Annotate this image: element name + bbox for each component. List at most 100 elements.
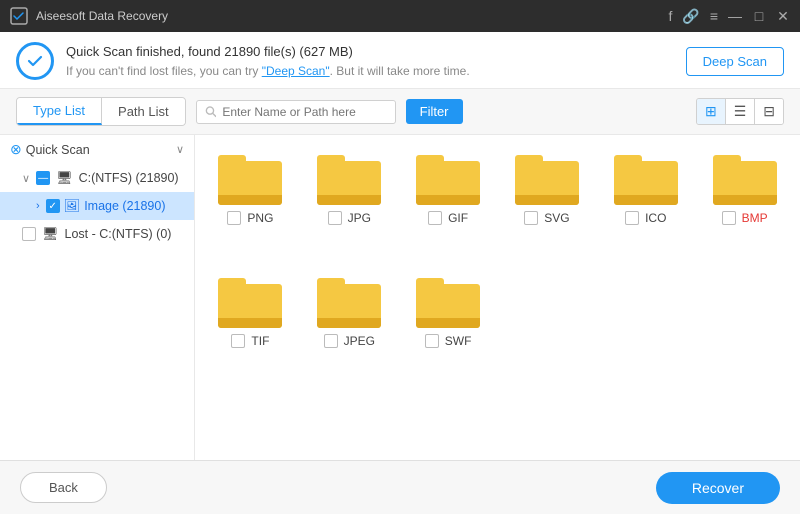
close-button[interactable]: ✕ [776, 9, 790, 23]
sidebar-item-lost[interactable]: 🖥 Lost - C:(NTFS) (0) [0, 220, 194, 248]
file-checkbox[interactable] [625, 211, 639, 225]
file-checkbox-row: SVG [524, 211, 569, 225]
expand-arrow: ∨ [176, 143, 184, 156]
file-checkbox[interactable] [428, 211, 442, 225]
titlebar-actions: f 🔗 ≡ — □ ✕ [669, 8, 791, 25]
file-label: SWF [445, 334, 472, 348]
grid-view-button[interactable]: ⊞ [697, 99, 726, 124]
toolbar-row: Type List Path List Filter ⊞ ☰ ⊟ [0, 89, 800, 135]
back-button[interactable]: Back [20, 472, 107, 503]
lost-checkbox[interactable] [22, 227, 36, 241]
image-label: Image (21890) [84, 199, 165, 213]
drive-icon: 🖥 [56, 170, 73, 186]
file-checkbox-row: TIF [231, 334, 269, 348]
folder-icon [614, 151, 678, 205]
file-checkbox[interactable] [328, 211, 342, 225]
file-checkbox[interactable] [722, 211, 736, 225]
file-item-jpg[interactable]: JPG [304, 151, 395, 266]
hint-suffix: . But it will take more time. [330, 64, 470, 78]
view-toggle: ⊞ ☰ ⊟ [696, 98, 784, 125]
file-item-swf[interactable]: SWF [403, 274, 494, 389]
file-item-ico[interactable]: ICO [600, 151, 691, 266]
file-checkbox-row: SWF [425, 334, 472, 348]
sidebar-item-quick-scan[interactable]: ⊗ Quick Scan ∨ [0, 135, 194, 164]
tab-path-list[interactable]: Path List [102, 98, 185, 125]
bottom-bar: Back Recover [0, 460, 800, 514]
app-title: Aiseesoft Data Recovery [36, 9, 669, 23]
file-item-bmp[interactable]: BMP [699, 151, 790, 266]
check-circle [16, 42, 54, 80]
sidebar: ⊗ Quick Scan ∨ ∨ — 🖥 C:(NTFS) (21890) › … [0, 135, 195, 460]
hint-prefix: If you can't find lost files, you can tr… [66, 64, 262, 78]
file-checkbox[interactable] [524, 211, 538, 225]
file-label: TIF [251, 334, 269, 348]
sidebar-item-image[interactable]: › ✓ 🖼 Image (21890) [0, 192, 194, 220]
filter-button[interactable]: Filter [406, 99, 463, 124]
file-label: JPG [348, 211, 371, 225]
file-label: SVG [544, 211, 569, 225]
file-checkbox[interactable] [324, 334, 338, 348]
list-view-button[interactable]: ☰ [726, 99, 756, 124]
file-item-svg[interactable]: SVG [502, 151, 593, 266]
c-drive-label: C:(NTFS) (21890) [79, 171, 179, 185]
status-text: Quick Scan finished, found 21890 file(s)… [66, 42, 470, 80]
c-drive-checkbox[interactable]: — [36, 171, 50, 185]
file-item-gif[interactable]: GIF [403, 151, 494, 266]
file-checkbox-row: PNG [227, 211, 273, 225]
quick-scan-label: Quick Scan [26, 143, 172, 157]
menu-icon[interactable]: ≡ [710, 8, 718, 24]
file-checkbox[interactable] [231, 334, 245, 348]
folder-icon [713, 151, 777, 205]
search-icon [205, 105, 217, 118]
file-label: GIF [448, 211, 468, 225]
folder-icon [218, 151, 282, 205]
folder-icon [317, 151, 381, 205]
folder-icon [416, 274, 480, 328]
image-type-icon: 🖼 [64, 198, 81, 214]
deep-scan-link[interactable]: "Deep Scan" [262, 64, 330, 78]
maximize-button[interactable]: □ [752, 9, 766, 23]
folder-icon [218, 274, 282, 328]
tab-group: Type List Path List [16, 97, 186, 126]
file-checkbox-row: ICO [625, 211, 666, 225]
folder-icon [416, 151, 480, 205]
search-input[interactable] [222, 105, 386, 119]
file-label: JPEG [344, 334, 375, 348]
tab-type-list[interactable]: Type List [17, 98, 102, 125]
content-area: ⊗ Quick Scan ∨ ∨ — 🖥 C:(NTFS) (21890) › … [0, 135, 800, 460]
file-checkbox[interactable] [425, 334, 439, 348]
file-label: PNG [247, 211, 273, 225]
folder-icon [317, 274, 381, 328]
file-item-jpeg[interactable]: JPEG [304, 274, 395, 389]
file-grid: PNG JPG GIF SVG [195, 135, 800, 460]
sidebar-item-c-drive[interactable]: ∨ — 🖥 C:(NTFS) (21890) [0, 164, 194, 192]
minimize-button[interactable]: — [728, 9, 742, 23]
deep-scan-button[interactable]: Deep Scan [686, 47, 784, 76]
social-icon[interactable]: 🔗 [682, 8, 699, 25]
file-checkbox-row: JPG [328, 211, 371, 225]
lost-label: Lost - C:(NTFS) (0) [65, 227, 172, 241]
folder-icon [515, 151, 579, 205]
scan-result-title: Quick Scan finished, found 21890 file(s)… [66, 42, 470, 62]
file-item-tif[interactable]: TIF [205, 274, 296, 389]
detail-view-button[interactable]: ⊟ [755, 99, 783, 124]
blocked-icon: ⊗ [10, 141, 22, 158]
titlebar: Aiseesoft Data Recovery f 🔗 ≡ — □ ✕ [0, 0, 800, 32]
app-body: Quick Scan finished, found 21890 file(s)… [0, 32, 800, 514]
app-icon [10, 7, 28, 25]
lost-drive-icon: 🖥 [42, 226, 59, 242]
status-bar: Quick Scan finished, found 21890 file(s)… [0, 32, 800, 89]
caret-right-icon: › [36, 200, 40, 212]
image-checkbox[interactable]: ✓ [46, 199, 60, 213]
file-checkbox-row: GIF [428, 211, 468, 225]
scan-hint: If you can't find lost files, you can tr… [66, 62, 470, 80]
file-checkbox[interactable] [227, 211, 241, 225]
status-left: Quick Scan finished, found 21890 file(s)… [16, 42, 470, 80]
caret-down-icon: ∨ [22, 172, 30, 185]
file-label: BMP [742, 211, 768, 225]
facebook-icon[interactable]: f [669, 8, 673, 24]
file-checkbox-row: BMP [722, 211, 768, 225]
search-box [196, 100, 396, 124]
recover-button[interactable]: Recover [656, 472, 780, 504]
file-item-png[interactable]: PNG [205, 151, 296, 266]
